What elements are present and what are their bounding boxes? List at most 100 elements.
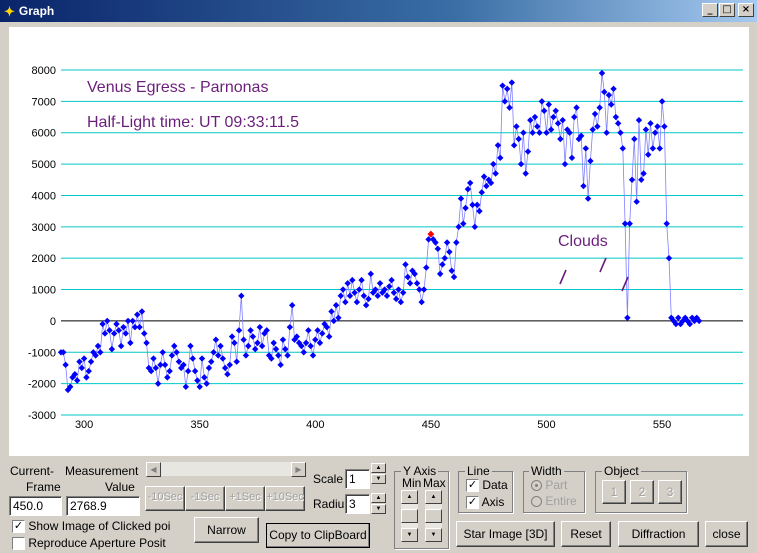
radius-up-icon[interactable]: ▲ (371, 493, 386, 503)
copy-to-clipboard-button[interactable]: Copy to ClipBoard (266, 523, 370, 548)
data-point (545, 101, 553, 108)
data-point (196, 383, 203, 390)
plus-1sec-button[interactable]: +1Sec (225, 486, 265, 511)
y-max-up-icon[interactable]: ▲ (425, 490, 442, 504)
scale-up-icon[interactable]: ▲ (371, 463, 386, 473)
cloud-slash-mark (559, 269, 567, 285)
data-point (675, 314, 682, 321)
scroll-left-icon[interactable]: ◀ (146, 462, 161, 477)
x-tick-label: 450 (422, 419, 440, 431)
reproduce-aperture-checkbox[interactable] (12, 537, 25, 551)
data-point (270, 339, 277, 347)
y-max-scrollbar[interactable]: ▲ ▼ (425, 490, 442, 542)
star-icon: ✦ (4, 3, 15, 19)
diffraction-button[interactable]: Diffraction (618, 521, 699, 547)
close-button[interactable]: close (705, 521, 748, 547)
y-min-scrollbar[interactable]: ▲ ▼ (401, 490, 418, 542)
y-max-down-icon[interactable]: ▼ (425, 528, 442, 542)
data-point (557, 135, 564, 143)
data-point (254, 339, 261, 347)
data-point (610, 85, 617, 93)
data-point (520, 129, 527, 136)
data-point (83, 374, 90, 381)
data-point (115, 327, 122, 334)
data-point (191, 367, 199, 375)
data-point (152, 364, 159, 372)
reproduce-aperture-checkbox-row[interactable]: Reproduce Aperture Posit (12, 536, 166, 551)
y-tick-label: 4000 (32, 190, 56, 202)
data-point (508, 79, 516, 86)
data-point (413, 280, 421, 287)
data-point (617, 129, 624, 136)
frame-scrollbar[interactable]: ◀ ▶ (145, 461, 307, 477)
radius-label: Radiu (313, 497, 345, 511)
data-point (457, 195, 465, 202)
data-point (173, 349, 180, 356)
data-point (480, 173, 488, 180)
object-3-button[interactable]: 3 (658, 480, 682, 504)
y-min-up-icon[interactable]: ▲ (401, 490, 418, 504)
y-min-down-icon[interactable]: ▼ (401, 528, 418, 542)
measurement-label: Measurement (65, 464, 139, 478)
scale-down-icon[interactable]: ▼ (371, 474, 386, 484)
value-field[interactable]: 2768.9 (66, 496, 140, 516)
width-part-radio-row[interactable]: Part (531, 478, 567, 492)
data-point (189, 355, 196, 362)
data-point (288, 302, 296, 309)
y-max-thumb[interactable] (425, 509, 442, 523)
show-image-checkbox[interactable]: ✓ (12, 520, 25, 534)
data-point (540, 107, 548, 114)
star-image-3d-button[interactable]: Star Image [3D] (456, 521, 555, 547)
window-controls: _ □ × (701, 3, 754, 17)
data-point (402, 261, 409, 268)
object-2-button[interactable]: 2 (630, 480, 654, 504)
radius-field[interactable]: 3 (345, 494, 370, 514)
object-group: Object 1 2 3 (595, 465, 687, 513)
data-point (138, 308, 146, 315)
plus-10sec-button[interactable]: +10Sec (265, 486, 305, 511)
minus-1sec-button[interactable]: -1Sec (185, 486, 225, 511)
object-1-button[interactable]: 1 (602, 480, 626, 504)
data-point (374, 292, 381, 300)
data-point (626, 220, 633, 227)
show-image-checkbox-row[interactable]: ✓ Show Image of Clicked poi (12, 519, 170, 534)
data-point (284, 352, 291, 359)
y-min-label: Min (402, 476, 422, 490)
reset-button[interactable]: Reset (561, 521, 611, 547)
y-tick-label: 5000 (32, 159, 56, 171)
width-entire-radio-row[interactable]: Entire (531, 494, 577, 508)
data-point (584, 195, 592, 202)
data-point (122, 330, 129, 337)
plot-area[interactable]: -3000 -2000 -1000 0 1000 2000 3000 4000 5000 6000… (9, 27, 749, 456)
data-point (104, 317, 111, 325)
width-entire-label: Entire (545, 494, 577, 508)
scroll-right-icon[interactable]: ▶ (291, 462, 306, 477)
data-point (517, 160, 525, 168)
data-point (217, 342, 224, 350)
data-point (658, 98, 666, 105)
chart-title-annotation: Venus Egress - Parnonas (87, 79, 268, 96)
close-window-button[interactable]: × (738, 3, 754, 17)
scale-field[interactable]: 1 (345, 469, 370, 489)
light-curve-chart[interactable]: -3000 -2000 -1000 0 1000 2000 3000 4000 5000 6000… (9, 27, 749, 456)
width-part-radio[interactable] (531, 480, 542, 492)
title-bar: ✦ Graph _ □ × (0, 0, 757, 22)
data-point (663, 220, 670, 227)
object-group-title: Object (602, 464, 641, 478)
line-axis-checkbox-row[interactable]: ✓ Axis (466, 495, 504, 510)
maximize-button[interactable]: □ (719, 3, 735, 17)
y-min-thumb[interactable] (401, 509, 418, 523)
data-point (168, 352, 176, 359)
data-point (356, 286, 363, 293)
frame-field[interactable]: 450.0 (9, 496, 62, 516)
minus-10sec-button[interactable]: -10Sec (145, 486, 185, 511)
narrow-button[interactable]: Narrow (194, 517, 259, 543)
minimize-button[interactable]: _ (702, 3, 718, 17)
width-entire-radio[interactable] (531, 496, 542, 508)
line-data-checkbox[interactable]: ✓ (466, 479, 479, 493)
data-point (346, 292, 354, 300)
radius-down-icon[interactable]: ▼ (371, 504, 386, 514)
line-data-checkbox-row[interactable]: ✓ Data (466, 478, 508, 493)
line-axis-checkbox[interactable]: ✓ (466, 496, 479, 510)
data-point (351, 289, 358, 296)
